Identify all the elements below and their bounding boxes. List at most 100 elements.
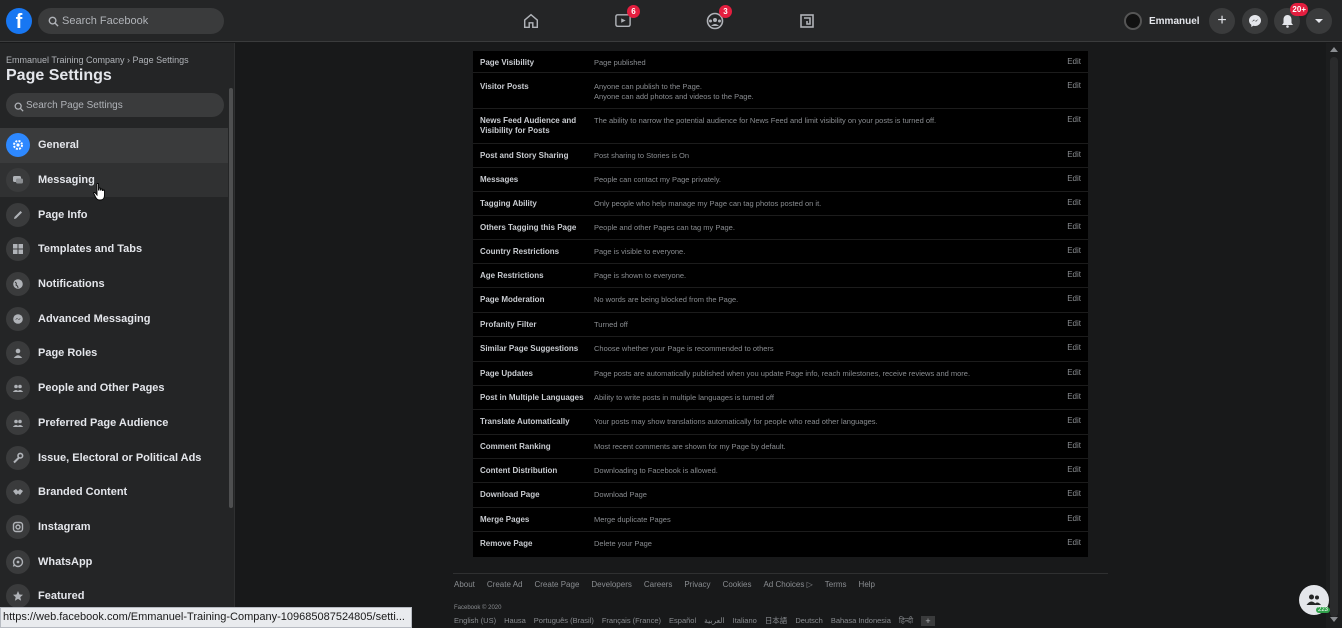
page-scrollbar[interactable]: [1326, 43, 1342, 628]
sidebar-item-label: WhatsApp: [38, 555, 93, 568]
edit-link[interactable]: Edit: [1067, 441, 1081, 450]
footer-link-developers[interactable]: Developers: [591, 580, 631, 589]
edit-link[interactable]: Edit: [1067, 198, 1081, 207]
setting-label: Others Tagging this Page: [480, 223, 577, 232]
plus-icon: +: [1217, 12, 1227, 29]
instagram-icon: [6, 514, 30, 539]
setting-value: Page published: [594, 58, 646, 67]
settings-search[interactable]: [6, 93, 224, 117]
edit-link[interactable]: Edit: [1067, 222, 1081, 231]
edit-link[interactable]: Edit: [1067, 538, 1081, 547]
sidebar-scrollbar[interactable]: [229, 88, 233, 508]
sidebar-item-label: People and Other Pages: [38, 382, 165, 395]
edit-link[interactable]: Edit: [1067, 81, 1081, 90]
setting-label: Country Restrictions: [480, 247, 560, 256]
sidebar-item-preferred-page-audience[interactable]: Preferred Page Audience: [0, 406, 228, 441]
edit-link[interactable]: Edit: [1067, 115, 1081, 124]
sidebar-item-instagram[interactable]: Instagram: [0, 510, 228, 545]
edit-link[interactable]: Edit: [1067, 392, 1081, 401]
sidebar-item-page-info[interactable]: Page Info: [0, 197, 228, 232]
footer-link-cookies[interactable]: Cookies: [723, 580, 752, 589]
gaming-icon[interactable]: [794, 8, 820, 34]
language-indonesian[interactable]: Bahasa Indonesia: [831, 616, 891, 625]
edit-link[interactable]: Edit: [1067, 514, 1081, 523]
setting-value-secondary: Anyone can add photos and videos to the …: [594, 92, 754, 101]
account-menu-button[interactable]: [1306, 8, 1332, 34]
language-portuguese[interactable]: Português (Brasil): [534, 616, 594, 625]
language-spanish[interactable]: Español: [669, 616, 696, 625]
facebook-logo[interactable]: f: [6, 8, 32, 34]
edit-link[interactable]: Edit: [1067, 465, 1081, 474]
language-hindi[interactable]: हिन्दी: [899, 616, 913, 626]
edit-link[interactable]: Edit: [1067, 270, 1081, 279]
chat-icon: [6, 168, 30, 193]
footer-link-create-page[interactable]: Create Page: [534, 580, 579, 589]
notifications-button[interactable]: 20+: [1274, 3, 1308, 34]
edit-link[interactable]: Edit: [1067, 489, 1081, 498]
profile-link[interactable]: Emmanuel: [1124, 11, 1200, 31]
language-hausa[interactable]: Hausa: [504, 616, 526, 625]
sidebar-item-general[interactable]: General: [0, 128, 228, 163]
setting-value: People and other Pages can tag my Page.: [594, 223, 735, 232]
setting-value: Anyone can publish to the Page.: [594, 82, 702, 91]
facebook-search-input[interactable]: [62, 8, 217, 34]
contacts-button[interactable]: 223: [1299, 585, 1330, 615]
edit-link[interactable]: Edit: [1067, 319, 1081, 328]
sidebar-item-issue-electoral-political-ads[interactable]: Issue, Electoral or Political Ads: [0, 440, 228, 475]
setting-value: Ability to write posts in multiple langu…: [594, 393, 774, 402]
sidebar-item-label: Advanced Messaging: [38, 312, 151, 325]
language-italian[interactable]: Italiano: [733, 616, 757, 625]
language-english[interactable]: English (US): [454, 616, 496, 625]
breadcrumb[interactable]: Emmanuel Training Company › Page Setting…: [6, 55, 189, 65]
edit-link[interactable]: Edit: [1067, 246, 1081, 255]
setting-row-messages: Messages People can contact my Page priv…: [473, 168, 1088, 192]
language-french[interactable]: Français (France): [602, 616, 661, 625]
sidebar-item-messaging[interactable]: Messaging: [0, 162, 228, 198]
footer-link-ad-choices[interactable]: Ad Choices ▷: [763, 580, 812, 589]
footer-link-about[interactable]: About: [454, 580, 475, 589]
setting-label: Visitor Posts: [480, 82, 529, 91]
scrollbar-thumb[interactable]: [1330, 57, 1338, 617]
footer-link-create-ad[interactable]: Create Ad: [487, 580, 523, 589]
watch-icon[interactable]: 6: [610, 5, 640, 34]
footer-link-careers[interactable]: Careers: [644, 580, 672, 589]
sidebar-item-label: Page Roles: [38, 347, 98, 360]
setting-value: Turned off: [594, 320, 628, 329]
settings-search-input[interactable]: [26, 93, 216, 117]
home-icon[interactable]: [518, 8, 544, 34]
groups-icon[interactable]: 3: [702, 5, 732, 34]
sidebar-item-advanced-messaging[interactable]: Advanced Messaging: [0, 301, 228, 336]
sidebar-item-page-roles[interactable]: Page Roles: [0, 336, 228, 371]
footer-link-privacy[interactable]: Privacy: [684, 580, 710, 589]
whatsapp-icon: [6, 549, 30, 574]
sidebar-item-branded-content[interactable]: Branded Content: [0, 475, 228, 510]
language-japanese[interactable]: 日本語: [765, 615, 788, 626]
sidebar-item-people-and-other-pages[interactable]: People and Other Pages: [0, 371, 228, 406]
footer-link-terms[interactable]: Terms: [825, 580, 847, 589]
scroll-up-arrow-icon[interactable]: [1330, 47, 1338, 52]
language-german[interactable]: Deutsch: [795, 616, 823, 625]
edit-link[interactable]: Edit: [1067, 150, 1081, 159]
footer-link-help[interactable]: Help: [859, 580, 875, 589]
grid-icon: [6, 237, 30, 262]
footer-link-ad-choices-label: Ad Choices: [763, 580, 805, 589]
scroll-down-arrow-icon[interactable]: [1330, 617, 1338, 622]
setting-row-country-restrictions: Country Restrictions Page is visible to …: [473, 240, 1088, 264]
edit-link[interactable]: Edit: [1067, 368, 1081, 377]
sidebar-item-whatsapp[interactable]: WhatsApp: [0, 544, 228, 579]
edit-link[interactable]: Edit: [1067, 174, 1081, 183]
setting-value: Your posts may show translations automat…: [594, 417, 878, 426]
edit-link[interactable]: Edit: [1067, 57, 1081, 66]
pencil-icon: [6, 202, 30, 227]
audience-icon: [6, 410, 30, 435]
edit-link[interactable]: Edit: [1067, 416, 1081, 425]
sidebar-item-notifications[interactable]: Notifications: [0, 267, 228, 302]
sidebar-item-templates-and-tabs[interactable]: Templates and Tabs: [0, 232, 228, 267]
edit-link[interactable]: Edit: [1067, 294, 1081, 303]
facebook-search[interactable]: [38, 8, 224, 34]
more-languages-button[interactable]: +: [921, 615, 936, 626]
language-arabic[interactable]: العربية: [704, 616, 725, 625]
edit-link[interactable]: Edit: [1067, 343, 1081, 352]
messenger-button[interactable]: [1242, 8, 1268, 34]
create-button[interactable]: +: [1209, 8, 1235, 34]
